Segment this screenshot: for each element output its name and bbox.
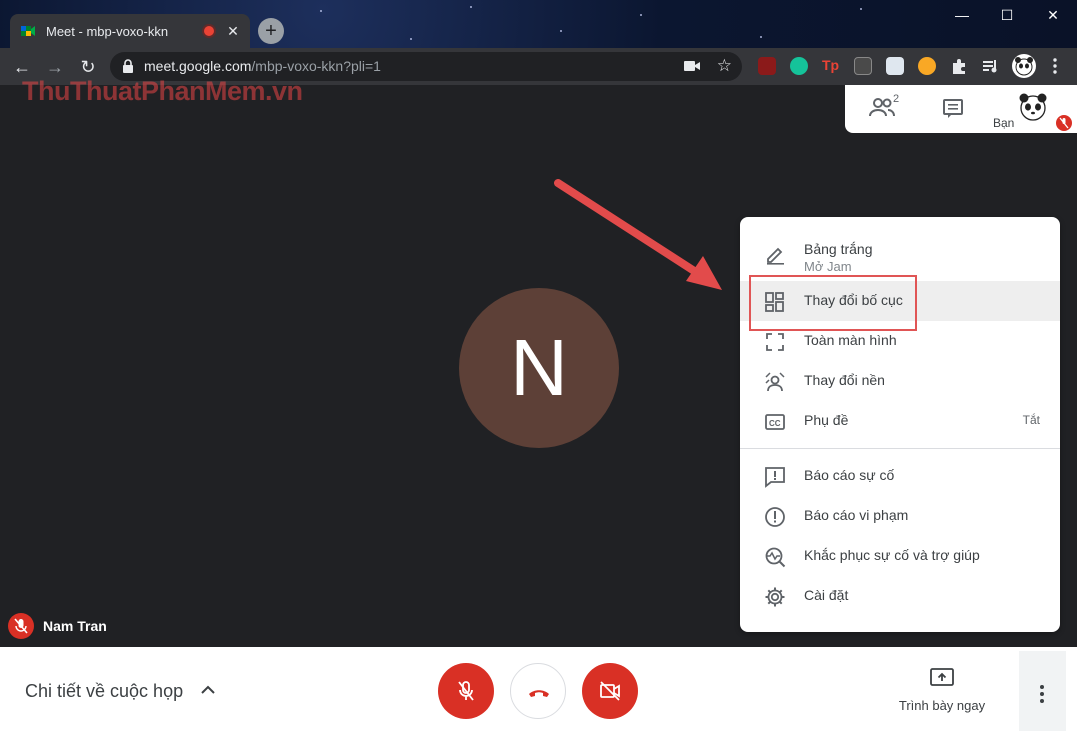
mic-off-icon [458,681,474,701]
present-now-label: Trình bày ngay [898,698,986,713]
more-options-button[interactable] [1019,651,1066,731]
meeting-details-button[interactable]: Chi tiết về cuộc họp [25,681,183,702]
present-now-button[interactable]: Trình bày ngay [895,667,989,713]
camera-off-icon [600,681,620,701]
hang-up-icon [529,690,549,697]
annotation-arrow [554,179,722,290]
meet-bottom-bar: Chi tiết về cuộc họp Trình bày ngay [0,647,1077,736]
mic-toggle-button[interactable] [438,663,494,719]
present-screen-icon [930,668,954,686]
more-vert-icon [1040,685,1044,706]
chevron-up-icon[interactable] [200,683,216,695]
camera-toggle-button[interactable] [582,663,638,719]
leave-call-button[interactable] [510,663,566,719]
